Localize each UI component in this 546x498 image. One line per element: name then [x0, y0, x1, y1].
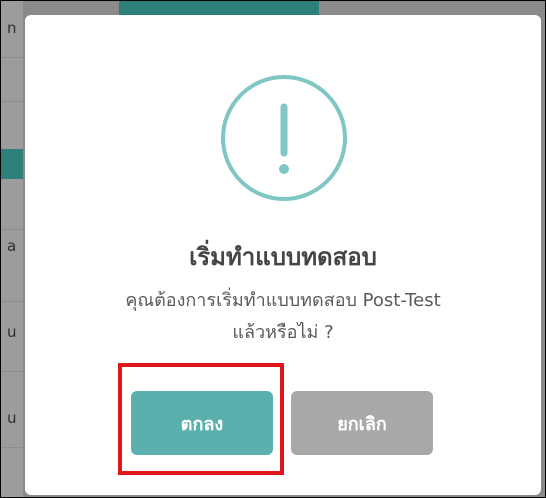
exclamation-circle-icon: [221, 75, 347, 201]
exclamation-icon: [279, 103, 289, 174]
cancel-button[interactable]: ยกเลิก: [291, 391, 433, 455]
background-divider: [1, 101, 23, 102]
dialog-message-line: แล้วหรือไม่ ?: [232, 322, 334, 343]
highlight-box: [118, 363, 284, 475]
dialog-message-line: คุณต้องการเริ่มทำแบบทดสอบ Post-Test: [125, 290, 441, 311]
background-text-fragment: u: [7, 409, 17, 427]
dialog-title: เริ่มทำแบบทดสอบ: [189, 243, 377, 271]
background-divider: [1, 229, 23, 230]
background-divider: [1, 447, 23, 448]
background-teal-block: [1, 149, 23, 179]
background-divider: [1, 301, 23, 302]
dialog-message: คุณต้องการเริ่มทำแบบทดสอบ Post-Test แล้ว…: [85, 285, 481, 349]
background-divider: [1, 371, 23, 372]
screen: n a u u เริ่มทำแบบทดสอบ คุณต้องการเริ่มท…: [0, 0, 546, 498]
background-text-fragment: u: [7, 323, 17, 341]
background-divider: [1, 57, 23, 58]
background-text-fragment: n: [7, 19, 17, 37]
background-text-fragment: a: [7, 237, 17, 255]
